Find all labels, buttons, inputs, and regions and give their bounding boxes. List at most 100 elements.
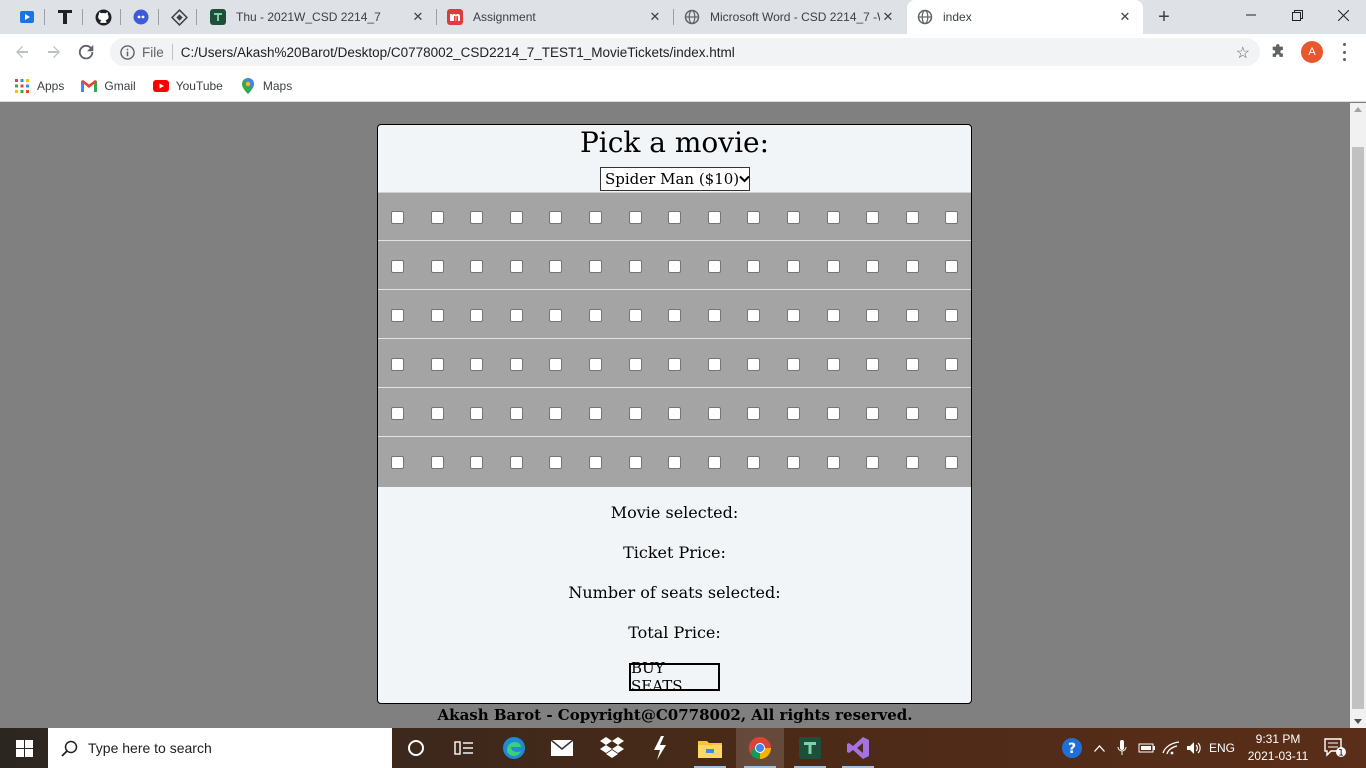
taskbar-clock[interactable]: 9:31 PM 2021-03-11 — [1236, 731, 1320, 765]
seat-checkbox[interactable] — [906, 211, 919, 224]
seat-checkbox[interactable] — [945, 309, 958, 322]
pinned-tab-app[interactable] — [128, 5, 154, 29]
seat-checkbox[interactable] — [668, 309, 681, 322]
pinned-tab-diamond[interactable] — [166, 5, 192, 29]
bookmark-maps[interactable]: Maps — [240, 77, 292, 94]
bookmark-apps[interactable]: Apps — [14, 78, 64, 94]
seat-checkbox[interactable] — [431, 211, 444, 224]
seat-checkbox[interactable] — [787, 456, 800, 469]
seat-checkbox[interactable] — [668, 358, 681, 371]
seat-checkbox[interactable] — [391, 309, 404, 322]
seat-checkbox[interactable] — [787, 211, 800, 224]
seat-checkbox[interactable] — [510, 456, 523, 469]
seat-checkbox[interactable] — [629, 456, 642, 469]
seat-checkbox[interactable] — [668, 211, 681, 224]
taskbar-edge[interactable] — [490, 728, 538, 768]
pinned-tab-github[interactable] — [90, 5, 116, 29]
taskbar-chrome[interactable] — [736, 728, 784, 768]
reload-button[interactable] — [72, 38, 100, 66]
seat-checkbox[interactable] — [787, 309, 800, 322]
profile-avatar[interactable]: A — [1301, 41, 1323, 63]
tray-help[interactable]: ? — [1058, 728, 1086, 768]
tray-wifi-icon[interactable] — [1160, 728, 1182, 768]
taskbar-dropbox[interactable] — [588, 728, 636, 768]
seat-checkbox[interactable] — [470, 407, 483, 420]
seat-checkbox[interactable] — [747, 260, 760, 273]
taskbar-bolt-app[interactable] — [636, 728, 684, 768]
seat-checkbox[interactable] — [827, 407, 840, 420]
seat-checkbox[interactable] — [629, 211, 642, 224]
seat-checkbox[interactable] — [866, 260, 879, 273]
task-view-button[interactable] — [440, 728, 488, 768]
tray-language[interactable]: ENG — [1206, 728, 1238, 768]
seat-checkbox[interactable] — [787, 407, 800, 420]
seat-checkbox[interactable] — [589, 456, 602, 469]
seat-checkbox[interactable] — [708, 456, 721, 469]
tray-chevron-up-icon[interactable] — [1090, 728, 1108, 768]
seat-checkbox[interactable] — [510, 211, 523, 224]
seat-checkbox[interactable] — [906, 358, 919, 371]
taskbar-mail[interactable] — [538, 728, 586, 768]
seat-checkbox[interactable] — [629, 358, 642, 371]
bookmark-star-icon[interactable]: ☆ — [1236, 43, 1250, 63]
action-center-button[interactable]: 1 — [1320, 728, 1350, 768]
seat-checkbox[interactable] — [906, 456, 919, 469]
seat-checkbox[interactable] — [866, 456, 879, 469]
seat-checkbox[interactable] — [629, 407, 642, 420]
taskbar-visual-studio[interactable] — [834, 728, 882, 768]
scroll-up-icon[interactable] — [1354, 107, 1362, 112]
scroll-down-icon[interactable] — [1354, 719, 1362, 724]
bookmark-youtube[interactable]: YouTube — [152, 78, 223, 94]
tray-volume-icon[interactable] — [1184, 728, 1206, 768]
seat-checkbox[interactable] — [589, 260, 602, 273]
seat-checkbox[interactable] — [827, 309, 840, 322]
seat-checkbox[interactable] — [391, 407, 404, 420]
seat-checkbox[interactable] — [589, 211, 602, 224]
seat-checkbox[interactable] — [945, 358, 958, 371]
seat-checkbox[interactable] — [629, 309, 642, 322]
address-bar[interactable]: File C:/Users/Akash%20Barot/Desktop/C077… — [110, 38, 1260, 66]
seat-checkbox[interactable] — [470, 211, 483, 224]
seat-checkbox[interactable] — [708, 309, 721, 322]
seat-checkbox[interactable] — [945, 260, 958, 273]
seat-checkbox[interactable] — [787, 260, 800, 273]
seat-checkbox[interactable] — [747, 309, 760, 322]
seat-checkbox[interactable] — [549, 309, 562, 322]
forward-button[interactable] — [40, 38, 68, 66]
seat-checkbox[interactable] — [510, 309, 523, 322]
tab-teams[interactable]: Thu - 2021W_CSD 2214_7 ✕ — [200, 0, 436, 34]
seat-checkbox[interactable] — [589, 309, 602, 322]
seat-checkbox[interactable] — [549, 358, 562, 371]
seat-checkbox[interactable] — [866, 211, 879, 224]
tab-index[interactable]: index ✕ — [907, 0, 1143, 34]
extensions-button[interactable] — [1268, 42, 1288, 62]
pinned-tab-typora[interactable] — [52, 5, 78, 29]
seat-checkbox[interactable] — [549, 407, 562, 420]
seat-checkbox[interactable] — [391, 211, 404, 224]
seat-checkbox[interactable] — [470, 309, 483, 322]
seat-checkbox[interactable] — [945, 407, 958, 420]
seat-checkbox[interactable] — [827, 358, 840, 371]
seat-checkbox[interactable] — [431, 358, 444, 371]
seat-checkbox[interactable] — [906, 309, 919, 322]
seat-checkbox[interactable] — [668, 456, 681, 469]
tab-word[interactable]: Microsoft Word - CSD 2214_7 -W ✕ — [674, 0, 906, 34]
seat-checkbox[interactable] — [708, 358, 721, 371]
close-tab-icon[interactable]: ✕ — [1117, 9, 1133, 25]
seat-checkbox[interactable] — [549, 211, 562, 224]
browser-menu-button[interactable] — [1338, 43, 1350, 61]
seat-checkbox[interactable] — [708, 211, 721, 224]
close-tab-icon[interactable]: ✕ — [410, 9, 426, 25]
seat-checkbox[interactable] — [549, 260, 562, 273]
tab-assignment[interactable]: Assignment ✕ — [437, 0, 673, 34]
seat-checkbox[interactable] — [668, 260, 681, 273]
seat-checkbox[interactable] — [866, 358, 879, 371]
seat-checkbox[interactable] — [431, 260, 444, 273]
bookmark-gmail[interactable]: Gmail — [81, 78, 136, 94]
seat-checkbox[interactable] — [510, 407, 523, 420]
info-icon[interactable] — [119, 44, 135, 60]
restore-button[interactable] — [1274, 0, 1320, 30]
seat-checkbox[interactable] — [470, 358, 483, 371]
tray-microphone-icon[interactable] — [1112, 728, 1132, 768]
seat-checkbox[interactable] — [431, 309, 444, 322]
